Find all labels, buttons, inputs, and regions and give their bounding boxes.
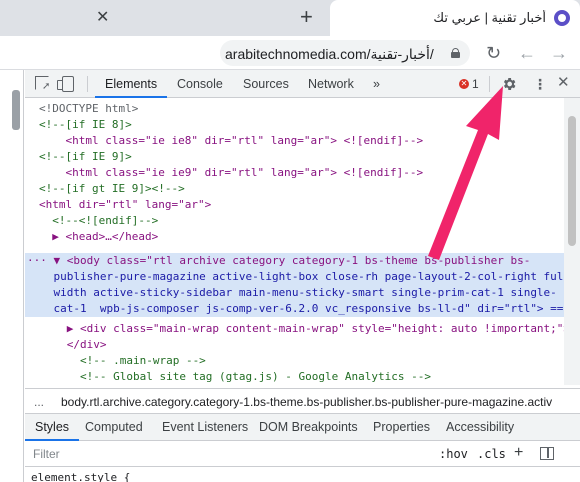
cls-toggle[interactable]: .cls: [477, 447, 506, 461]
tab-event-listeners[interactable]: Event Listeners: [162, 414, 248, 441]
tab-network[interactable]: Network: [308, 70, 354, 98]
code-line-body-selected[interactable]: cat-1 wpb-js-composer js-comp-ver-6.2.0 …: [27, 301, 564, 317]
code-line-div[interactable]: ▶ <div class="main-wrap content-main-wra…: [27, 321, 564, 337]
tab-elements[interactable]: Elements: [95, 70, 168, 98]
tab-sources[interactable]: Sources: [243, 70, 289, 98]
code-line-body-selected[interactable]: ··· ▼ <body class="rtl archive category …: [27, 253, 530, 269]
breadcrumb-item[interactable]: body.rtl.archive.category.category-1.bs-…: [61, 395, 552, 409]
elements-tree: <!DOCTYPE html> <!--[if IE 8]> <html cla…: [25, 98, 564, 385]
code-line-head[interactable]: ▶ <head>…</head>: [39, 229, 158, 245]
close-icon[interactable]: ✕: [96, 9, 109, 27]
more-tabs-chevron[interactable]: »: [373, 70, 380, 98]
tab-dom-breakpoints[interactable]: DOM Breakpoints: [259, 414, 358, 441]
page-viewport-sliver: [0, 70, 24, 482]
breadcrumb: ... body.rtl.archive.category.category-1…: [25, 388, 580, 414]
tab-computed[interactable]: Computed: [85, 414, 143, 441]
code-line[interactable]: <html class="ie ie9" dir="rtl" lang="ar"…: [39, 165, 423, 181]
toolbar-divider: [87, 76, 88, 92]
device-toolbar-icon[interactable]: [62, 76, 74, 92]
code-line[interactable]: <!-- Global site tag (gtag.js) - Google …: [27, 369, 431, 385]
new-tab-icon[interactable]: +: [300, 6, 313, 28]
reload-icon[interactable]: ↻: [486, 44, 501, 62]
elements-scrollbar[interactable]: [564, 98, 580, 385]
back-icon[interactable]: →: [550, 44, 568, 62]
code-line[interactable]: <!--[if gt IE 9]><!-->: [39, 181, 185, 197]
error-icon[interactable]: ✕: [459, 79, 469, 89]
code-line[interactable]: <!--<![endif]-->: [39, 213, 158, 229]
element-style-rule[interactable]: element.style {: [31, 471, 130, 482]
kebab-menu-icon[interactable]: ⋮: [533, 76, 547, 92]
code-line[interactable]: <!--[if IE 8]>: [39, 117, 132, 133]
code-line-body-selected[interactable]: publisher-pure-magazine active-light-box…: [27, 269, 564, 285]
url-text[interactable]: arabitechnomedia.com/أخبار-تقنية/: [225, 46, 434, 63]
devtools-panel: ➚ Elements Console Sources Network » ✕ 1…: [25, 70, 580, 482]
code-line[interactable]: <!--[if IE 9]>: [39, 149, 132, 165]
tab-properties[interactable]: Properties: [373, 414, 430, 441]
elements-scrollbar-thumb[interactable]: [568, 116, 576, 246]
styles-tab-bar: Styles Computed Event Listeners DOM Brea…: [25, 414, 580, 441]
site-favicon-icon: [554, 10, 570, 26]
toggle-sidebar-icon[interactable]: [540, 447, 554, 460]
code-line[interactable]: </div>: [27, 337, 107, 353]
inspect-cursor-icon: ➚: [42, 81, 51, 92]
browser-tab[interactable]: أخبار تقنية | عربي تك: [330, 0, 580, 36]
filter-input[interactable]: Filter: [33, 447, 60, 461]
page-scrollbar-thumb[interactable]: [12, 90, 20, 130]
breadcrumb-overflow[interactable]: ...: [34, 395, 44, 409]
lock-icon[interactable]: [451, 48, 460, 58]
gear-icon[interactable]: [501, 76, 517, 92]
forward-icon[interactable]: ←: [518, 44, 536, 62]
address-toolbar: arabitechnomedia.com/أخبار-تقنية/ ↻ ← →: [0, 36, 580, 70]
toolbar-divider: [489, 76, 490, 92]
new-style-rule-button[interactable]: +: [514, 444, 523, 462]
code-line[interactable]: <!DOCTYPE html>: [39, 101, 138, 117]
code-line-body-selected[interactable]: width active-sticky-sidebar main-menu-st…: [27, 285, 556, 301]
tab-styles[interactable]: Styles: [25, 414, 80, 441]
tab-strip: أخبار تقنية | عربي تك ✕ +: [0, 0, 580, 36]
tab-accessibility[interactable]: Accessibility: [446, 414, 514, 441]
styles-filter-row: Filter :hov .cls +: [25, 441, 580, 467]
close-devtools-icon[interactable]: ✕: [557, 75, 570, 91]
tab-console[interactable]: Console: [177, 70, 223, 98]
code-line[interactable]: <html class="ie ie8" dir="rtl" lang="ar"…: [39, 133, 423, 149]
code-line[interactable]: <!-- .main-wrap -->: [27, 353, 206, 369]
code-line[interactable]: <html dir="rtl" lang="ar">: [39, 197, 211, 213]
device-toolbar-icon-small: [57, 80, 63, 90]
tab-title: أخبار تقنية | عربي تك: [433, 10, 546, 25]
devtools-tab-bar: ➚ Elements Console Sources Network » ✕ 1…: [25, 70, 580, 98]
hov-toggle[interactable]: :hov: [439, 447, 468, 461]
error-count[interactable]: 1: [472, 77, 479, 91]
